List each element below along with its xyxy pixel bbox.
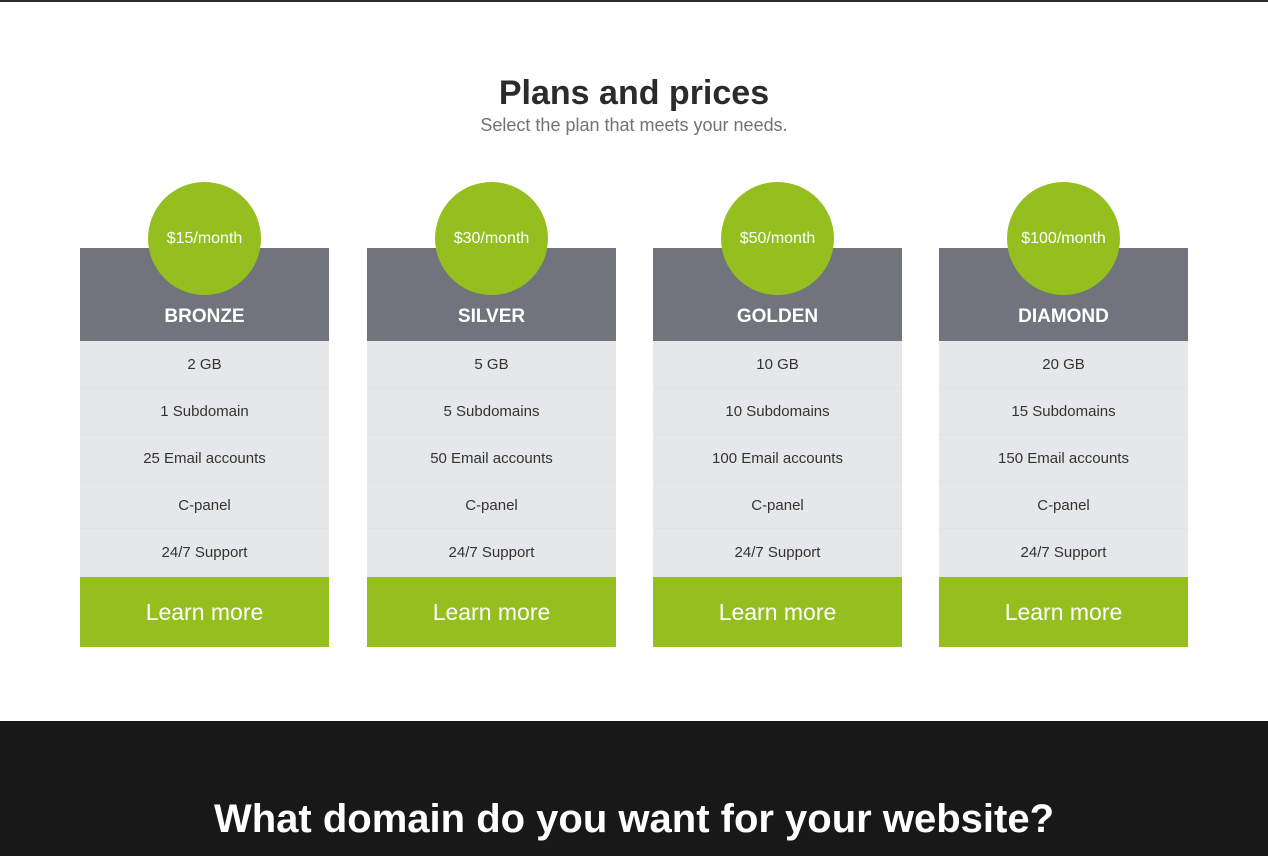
feature-item: 1 Subdomain	[80, 388, 329, 435]
feature-item: 5 Subdomains	[367, 388, 616, 435]
feature-item: 100 Email accounts	[653, 435, 902, 482]
feature-item: 50 Email accounts	[367, 435, 616, 482]
feature-item: 10 GB	[653, 341, 902, 388]
plan-name: GOLDEN	[736, 306, 819, 327]
feature-item: C-panel	[80, 482, 329, 529]
feature-item: 5 GB	[367, 341, 616, 388]
feature-item: 10 Subdomains	[653, 388, 902, 435]
learn-more-button-golden[interactable]: Learn more	[653, 577, 902, 647]
plan-card-bronze: $15/month BRONZE 2 GB 1 Subdomain 25 Ema…	[80, 182, 329, 648]
plans-section: Plans and prices Select the plan that me…	[0, 2, 1268, 721]
feature-item: 20 GB	[939, 341, 1188, 388]
feature-list: 20 GB 15 Subdomains 150 Email accounts C…	[939, 341, 1188, 577]
feature-item: 24/7 Support	[161, 544, 248, 561]
feature-item: C-panel	[367, 482, 616, 529]
price-badge: $100/month	[1007, 182, 1120, 295]
feature-item: 24/7 Support	[734, 544, 821, 561]
feature-item: 25 Email accounts	[80, 435, 329, 482]
price-badge: $30/month	[435, 182, 548, 295]
feature-list: 5 GB 5 Subdomains 50 Email accounts C-pa…	[367, 341, 616, 577]
plans-title: Plans and prices	[498, 74, 770, 112]
feature-item: 2 GB	[80, 341, 329, 388]
feature-list: 10 GB 10 Subdomains 100 Email accounts C…	[653, 341, 902, 577]
pricing-cards: $15/month BRONZE 2 GB 1 Subdomain 25 Ema…	[80, 182, 1188, 652]
feature-item: 150 Email accounts	[939, 435, 1188, 482]
plan-card-diamond: $100/month DIAMOND 20 GB 15 Subdomains 1…	[939, 182, 1188, 648]
feature-item: C-panel	[939, 482, 1188, 529]
domain-section: What domain do you want for your website…	[0, 721, 1268, 856]
plan-card-silver: $30/month SILVER 5 GB 5 Subdomains 50 Em…	[367, 182, 616, 648]
plan-name: DIAMOND	[1018, 306, 1109, 327]
feature-item: C-panel	[653, 482, 902, 529]
learn-more-button-bronze[interactable]: Learn more	[80, 577, 329, 647]
domain-title: What domain do you want for your website…	[213, 797, 1055, 841]
price-badge: $15/month	[148, 182, 261, 295]
plan-name: SILVER	[457, 306, 526, 327]
feature-list: 2 GB 1 Subdomain 25 Email accounts C-pan…	[80, 341, 329, 577]
learn-more-button-silver[interactable]: Learn more	[367, 577, 616, 647]
learn-more-button-diamond[interactable]: Learn more	[939, 577, 1188, 647]
feature-item: 24/7 Support	[1020, 544, 1107, 561]
price-badge: $50/month	[721, 182, 834, 295]
plan-card-golden: $50/month GOLDEN 10 GB 10 Subdomains 100…	[653, 182, 902, 648]
plan-name: BRONZE	[164, 306, 245, 327]
feature-item: 15 Subdomains	[939, 388, 1188, 435]
feature-item: 24/7 Support	[448, 544, 535, 561]
plans-subtitle: Select the plan that meets your needs.	[480, 115, 788, 135]
